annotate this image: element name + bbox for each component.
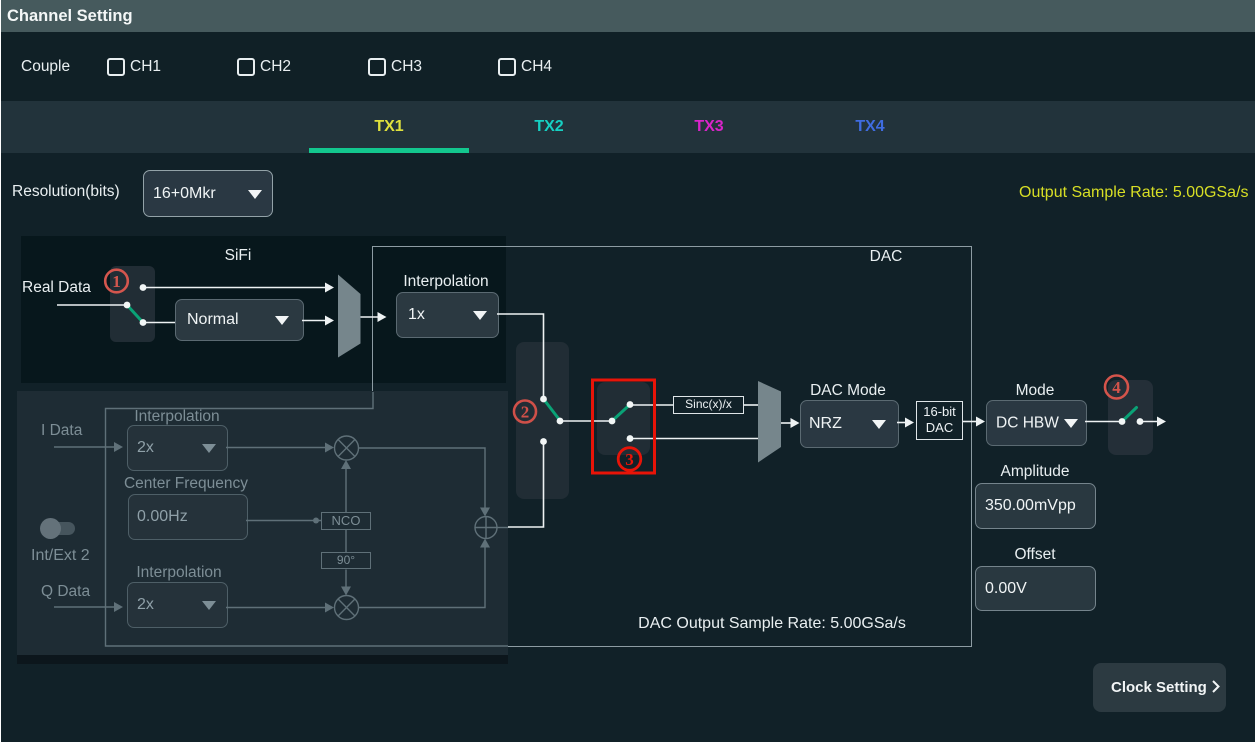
svg-text:2: 2	[521, 402, 530, 421]
svg-text:3: 3	[625, 450, 634, 469]
svg-text:1: 1	[112, 272, 121, 291]
svg-text:4: 4	[1112, 378, 1121, 397]
